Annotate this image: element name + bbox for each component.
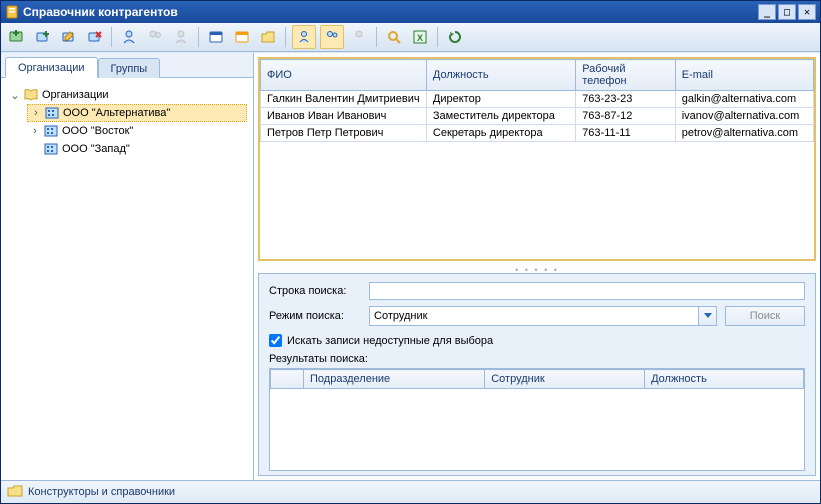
tree-root[interactable]: ⌄ Организации bbox=[7, 86, 247, 104]
col-phone[interactable]: Рабочий телефон bbox=[576, 60, 676, 91]
cell-position: Заместитель директора bbox=[426, 108, 575, 125]
book-icon bbox=[23, 88, 39, 102]
left-tabs: Организации Группы bbox=[1, 53, 253, 78]
left-pane: Организации Группы ⌄ Организации › bbox=[1, 53, 254, 480]
user-gray-icon[interactable] bbox=[170, 26, 192, 48]
unavailable-checkbox-label[interactable]: Искать записи недоступные для выбора bbox=[287, 335, 493, 347]
org-tree: ⌄ Организации › ООО "Альтернатива" bbox=[1, 78, 253, 480]
excel-icon[interactable]: X bbox=[409, 26, 431, 48]
col-result-position[interactable]: Должность bbox=[645, 370, 804, 389]
tree-item-org1[interactable]: › ООО "Альтернатива" bbox=[27, 104, 247, 122]
tree-item-org3[interactable]: › ООО "Запад" bbox=[27, 140, 247, 158]
right-pane: ФИО Должность Рабочий телефон E-mail Гал… bbox=[254, 53, 820, 480]
unavailable-checkbox[interactable] bbox=[269, 334, 282, 347]
org-icon bbox=[44, 106, 60, 120]
table-row[interactable]: Петров Петр ПетровичСекретарь директора7… bbox=[261, 125, 814, 142]
col-employee[interactable]: Сотрудник bbox=[485, 370, 645, 389]
cell-email: petrov@alternativa.com bbox=[675, 125, 813, 142]
card2-icon[interactable] bbox=[231, 26, 253, 48]
add-child-icon[interactable] bbox=[31, 26, 53, 48]
window-title: Справочник контрагентов bbox=[23, 5, 758, 19]
edit-icon[interactable] bbox=[57, 26, 79, 48]
tree-item-label: ООО "Запад" bbox=[62, 143, 130, 155]
tree-item-label: ООО "Альтернатива" bbox=[63, 107, 170, 119]
combo-dropdown-button[interactable] bbox=[699, 306, 717, 326]
table-row[interactable]: Галкин Валентин ДмитриевичДиректор763-23… bbox=[261, 91, 814, 108]
add-icon[interactable] bbox=[5, 26, 27, 48]
cell-fio: Галкин Валентин Дмитриевич bbox=[261, 91, 427, 108]
minimize-button[interactable]: _ bbox=[758, 4, 776, 20]
col-email[interactable]: E-mail bbox=[675, 60, 813, 91]
maximize-button[interactable]: □ bbox=[778, 4, 796, 20]
expand-icon[interactable]: › bbox=[30, 107, 42, 119]
cell-position: Секретарь директора bbox=[426, 125, 575, 142]
delete-icon[interactable] bbox=[83, 26, 105, 48]
col-unit[interactable]: Подразделение bbox=[304, 370, 485, 389]
cell-phone: 763-11-11 bbox=[576, 125, 676, 142]
tree-root-label: Организации bbox=[42, 89, 109, 101]
app-icon bbox=[5, 5, 19, 19]
results-grid: Подразделение Сотрудник Должность bbox=[269, 368, 805, 471]
cell-fio: Иванов Иван Иванович bbox=[261, 108, 427, 125]
users-highlight-icon[interactable] bbox=[320, 25, 344, 49]
search-mode-combo[interactable]: Сотрудник bbox=[369, 306, 699, 326]
statusbar: Конструкторы и справочники bbox=[1, 480, 820, 503]
org-icon bbox=[43, 124, 59, 138]
search-panel: Строка поиска: Режим поиска: Сотрудник П… bbox=[258, 273, 816, 476]
refresh-icon[interactable] bbox=[444, 26, 466, 48]
empty-row bbox=[271, 389, 804, 442]
search-icon[interactable] bbox=[383, 26, 405, 48]
tab-organizations[interactable]: Организации bbox=[5, 57, 98, 78]
search-button[interactable]: Поиск bbox=[725, 306, 805, 326]
search-string-label: Строка поиска: bbox=[269, 285, 369, 297]
tab-groups[interactable]: Группы bbox=[98, 58, 161, 78]
card-icon[interactable] bbox=[205, 26, 227, 48]
app-window: Справочник контрагентов _ □ ✕ bbox=[0, 0, 821, 504]
splitter[interactable]: • • • • • bbox=[254, 265, 820, 271]
tree-item-org2[interactable]: › ООО "Восток" bbox=[27, 122, 247, 140]
cell-fio: Петров Петр Петрович bbox=[261, 125, 427, 142]
toolbar: X bbox=[1, 23, 820, 52]
cell-position: Директор bbox=[426, 91, 575, 108]
statusbar-text: Конструкторы и справочники bbox=[28, 486, 175, 498]
titlebar: Справочник контрагентов _ □ ✕ bbox=[1, 1, 820, 23]
col-position[interactable]: Должность bbox=[426, 60, 575, 91]
chevron-down-icon bbox=[704, 313, 712, 319]
svg-text:X: X bbox=[417, 33, 423, 43]
expand-icon[interactable]: › bbox=[29, 125, 41, 137]
folder-icon bbox=[7, 484, 23, 501]
user-highlight-icon[interactable] bbox=[292, 25, 316, 49]
contacts-grid: ФИО Должность Рабочий телефон E-mail Гал… bbox=[258, 57, 816, 261]
search-mode-label: Режим поиска: bbox=[269, 310, 369, 322]
cell-phone: 763-87-12 bbox=[576, 108, 676, 125]
org-icon bbox=[43, 142, 59, 156]
folder-icon[interactable] bbox=[257, 26, 279, 48]
col-empty[interactable] bbox=[271, 370, 304, 389]
user-gray2-icon[interactable] bbox=[348, 26, 370, 48]
tree-item-label: ООО "Восток" bbox=[62, 125, 133, 137]
cell-phone: 763-23-23 bbox=[576, 91, 676, 108]
col-fio[interactable]: ФИО bbox=[261, 60, 427, 91]
table-row[interactable]: Иванов Иван ИвановичЗаместитель директор… bbox=[261, 108, 814, 125]
combo-value: Сотрудник bbox=[374, 310, 427, 322]
cell-email: ivanov@alternativa.com bbox=[675, 108, 813, 125]
users-gray-icon[interactable] bbox=[144, 26, 166, 48]
user-icon[interactable] bbox=[118, 26, 140, 48]
results-label: Результаты поиска: bbox=[269, 353, 805, 365]
search-input[interactable] bbox=[369, 282, 805, 300]
collapse-icon[interactable]: ⌄ bbox=[9, 89, 21, 102]
grid-header-row: ФИО Должность Рабочий телефон E-mail bbox=[261, 60, 814, 91]
close-button[interactable]: ✕ bbox=[798, 4, 816, 20]
cell-email: galkin@alternativa.com bbox=[675, 91, 813, 108]
